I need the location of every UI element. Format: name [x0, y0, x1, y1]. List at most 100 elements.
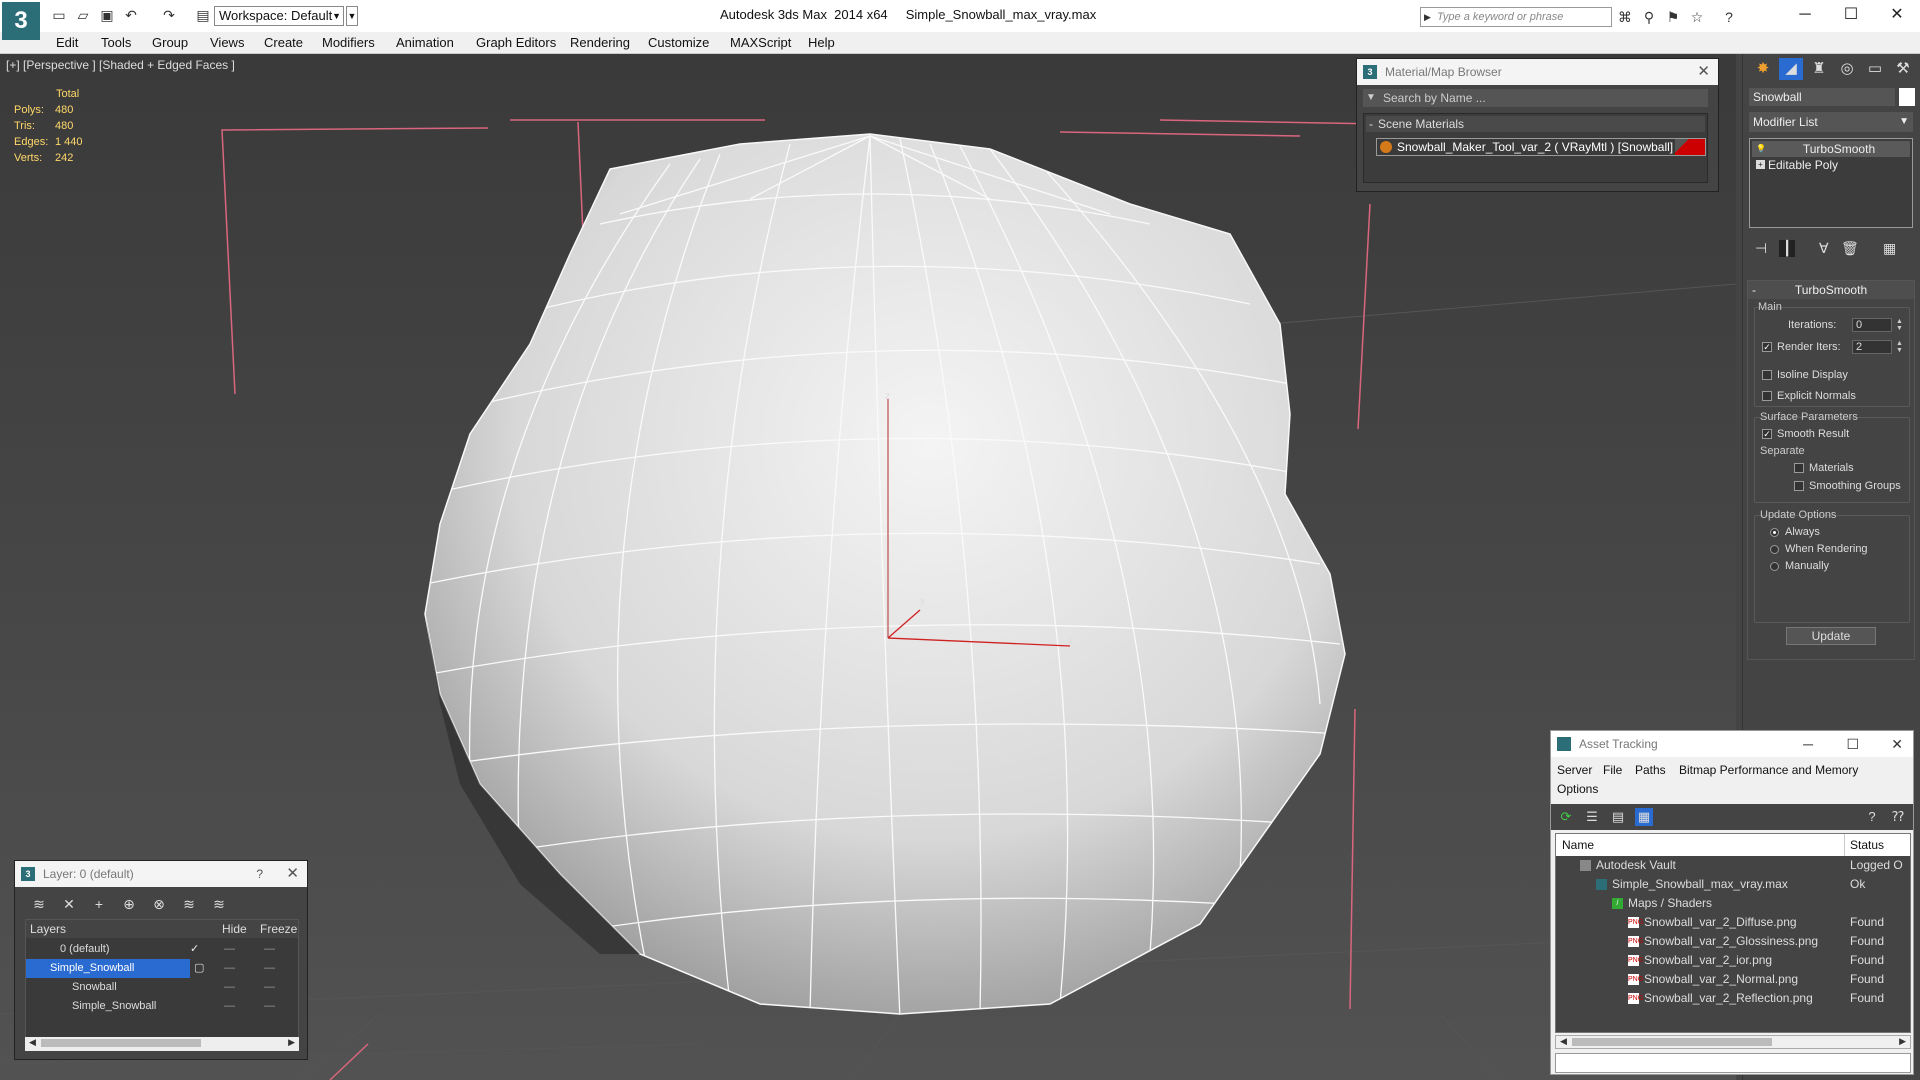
freeze-toggle[interactable]: — [264, 959, 275, 978]
close-icon[interactable]: ✕ [1874, 0, 1920, 30]
expand-icon[interactable]: + [1756, 160, 1765, 169]
at-menu-file[interactable]: File [1603, 763, 1622, 777]
table-row[interactable]: PNG Snowball_var_2_Reflection.png Found [1556, 989, 1910, 1008]
always-radio[interactable] [1770, 527, 1779, 537]
scroll-left-icon[interactable]: ◀ [1560, 1036, 1567, 1047]
freeze-toggle[interactable]: — [264, 997, 275, 1016]
close-icon[interactable]: ✕ [286, 861, 299, 887]
scroll-right-icon[interactable]: ▶ [1899, 1036, 1906, 1047]
table-row[interactable]: / Maps / Shaders [1556, 894, 1910, 913]
manually-row[interactable]: Manually [1770, 560, 1829, 572]
quick-access-menu-icon[interactable]: ▼ [346, 6, 358, 26]
table-row[interactable]: PNG Snowball_var_2_Normal.png Found [1556, 970, 1910, 989]
layer-manager-title[interactable]: 3 Layer: 0 (default)? ✕ [15, 861, 307, 887]
help-icon[interactable]: ? [1720, 8, 1738, 26]
menu-rendering[interactable]: Rendering [570, 35, 630, 50]
subscription-icon[interactable]: ⚲ [1640, 8, 1658, 26]
menu-edit[interactable]: Edit [56, 35, 78, 50]
horizontal-scrollbar[interactable]: ◀ ▶ [1555, 1035, 1911, 1049]
select-objects-icon[interactable]: ⊕ [119, 894, 139, 914]
search-input[interactable]: ▶ Type a keyword or phrase [1420, 7, 1612, 27]
detail-view-icon[interactable]: ▤ [1609, 808, 1627, 826]
favorites-star-icon[interactable]: ☆ [1688, 8, 1706, 26]
material-browser-title[interactable]: 3 Material/Map Browser ✕ [1357, 59, 1718, 85]
render-iters-spinner[interactable]: 2 [1852, 340, 1892, 354]
horizontal-scrollbar[interactable]: ◀ ▶ [25, 1037, 299, 1051]
path-field[interactable] [1555, 1053, 1911, 1073]
table-row[interactable]: PNG Snowball_var_2_Diffuse.png Found [1556, 913, 1910, 932]
col-freeze[interactable]: Freeze [260, 920, 297, 938]
at-menu-paths[interactable]: Paths [1635, 763, 1666, 777]
pin-stack-icon[interactable]: ⊣ [1755, 240, 1767, 257]
project-folder-icon[interactable]: ▤ [194, 6, 212, 24]
spinner-arrows-icon[interactable]: ▲ ▼ [1896, 340, 1903, 354]
scroll-right-icon[interactable]: ▶ [288, 1037, 295, 1048]
menu-views[interactable]: Views [210, 35, 244, 50]
configure-sets-icon[interactable]: ▦ [1883, 240, 1896, 257]
undo-icon[interactable]: ↶ [122, 6, 140, 24]
at-menu-bitmap[interactable]: Bitmap Performance and Memory [1679, 763, 1858, 777]
always-row[interactable]: Always [1770, 526, 1820, 538]
layers-icon[interactable]: ≋ [29, 894, 49, 914]
layer-row[interactable]: Simple_Snowball ▢ — — [26, 959, 298, 978]
highlight-layer-icon[interactable]: ⊗ [149, 894, 169, 914]
create-tab-icon[interactable]: ✸ [1751, 58, 1775, 80]
context-help-icon[interactable]: ⁇ [1889, 808, 1907, 826]
col-status[interactable]: Status [1850, 838, 1884, 852]
viewport-label[interactable]: [+] [Perspective ] [Shaded + Edged Faces… [6, 58, 235, 72]
materials-checkbox[interactable] [1794, 463, 1804, 474]
render-iters-checkbox[interactable]: ✓ [1762, 342, 1772, 353]
material-search-input[interactable]: ▼ Search by Name ... [1363, 89, 1708, 107]
stack-item-turbosmooth[interactable]: 💡 TurboSmooth [1752, 141, 1910, 157]
table-view-icon[interactable]: ▦ [1635, 808, 1653, 826]
layer-row[interactable]: 0 (default) ✓ — — [26, 940, 298, 959]
hide-toggle[interactable]: — [224, 940, 235, 959]
col-hide[interactable]: Hide [222, 920, 247, 938]
freeze-toggle[interactable]: — [264, 978, 275, 997]
display-tab-icon[interactable]: ▭ [1863, 58, 1887, 80]
close-icon[interactable]: ✕ [1697, 59, 1710, 85]
maximize-icon[interactable]: ☐ [1828, 0, 1874, 30]
remove-modifier-icon[interactable]: 🗑 [1841, 240, 1859, 257]
update-button[interactable]: Update [1786, 627, 1876, 645]
menu-graph-editors[interactable]: Graph Editors [476, 35, 556, 50]
layer-box-icon[interactable]: ▢ [194, 959, 204, 978]
open-file-icon[interactable]: ▱ [74, 6, 92, 24]
scene-materials-category[interactable]: - Scene Materials [1366, 116, 1705, 132]
filter-icon[interactable]: ▼ [1366, 89, 1376, 107]
minimize-icon[interactable]: ─ [1782, 0, 1828, 30]
when-rendering-row[interactable]: When Rendering [1770, 543, 1868, 555]
object-color-swatch[interactable] [1899, 88, 1915, 106]
iterations-spinner[interactable]: 0 [1852, 318, 1892, 332]
scroll-thumb[interactable] [1572, 1038, 1772, 1046]
layer-row[interactable]: Simple_Snowball — — [26, 997, 298, 1016]
motion-tab-icon[interactable]: ◎ [1835, 58, 1859, 80]
menu-help[interactable]: Help [808, 35, 835, 50]
col-name[interactable]: Name [1562, 838, 1594, 852]
list-view-icon[interactable]: ☰ [1583, 808, 1601, 826]
current-layer-check-icon[interactable]: ✓ [190, 940, 199, 959]
freeze-toggle[interactable]: — [264, 940, 275, 959]
table-row[interactable]: PNG Snowball_var_2_Glossiness.png Found [1556, 932, 1910, 951]
modify-tab-icon[interactable]: ◢ [1779, 58, 1803, 80]
rollout-header[interactable]: - TurboSmooth [1748, 281, 1914, 299]
make-unique-icon[interactable]: ∀ [1819, 240, 1829, 257]
menu-tools[interactable]: Tools [101, 35, 131, 50]
hide-toggle[interactable]: — [224, 978, 235, 997]
table-row[interactable]: Autodesk Vault Logged O [1556, 856, 1910, 875]
delete-layer-icon[interactable]: ✕ [59, 894, 79, 914]
explicit-normals-checkbox[interactable] [1762, 391, 1772, 402]
menu-customize[interactable]: Customize [648, 35, 709, 50]
help-icon[interactable]: ? [1863, 808, 1881, 826]
scroll-thumb[interactable] [41, 1039, 201, 1047]
scroll-left-icon[interactable]: ◀ [29, 1037, 36, 1048]
app-logo-icon[interactable]: 3 [2, 2, 40, 40]
smoothing-groups-row[interactable]: Smoothing Groups [1794, 480, 1901, 492]
workspace-dropdown[interactable]: Workspace: Default ▼ [214, 6, 344, 26]
freeze-all-icon[interactable]: ≋ [209, 894, 229, 914]
save-icon[interactable]: ▣ [98, 6, 116, 24]
isoline-row[interactable]: Isoline Display [1762, 369, 1848, 381]
stack-item-editable-poly[interactable]: + Editable Poly [1752, 157, 1910, 173]
manually-radio[interactable] [1770, 561, 1779, 571]
modifier-list-dropdown[interactable]: Modifier List ▼ [1749, 112, 1913, 132]
